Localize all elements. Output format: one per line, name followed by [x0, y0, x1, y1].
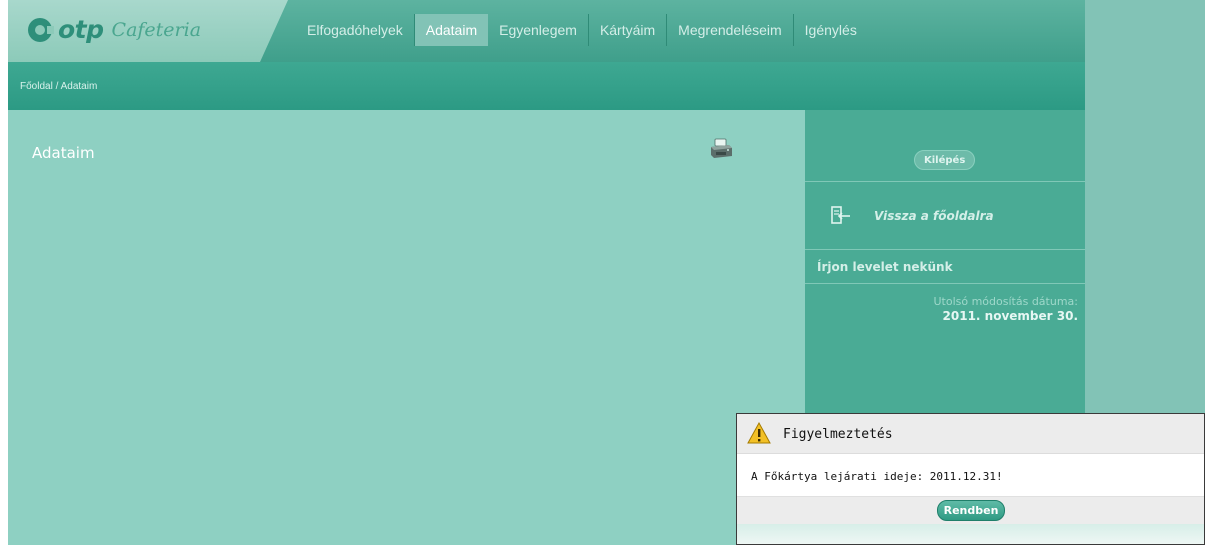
last-modified-date: 2011. november 30. [942, 309, 1078, 323]
write-to-us-link[interactable]: Írjon levelet nekünk [817, 260, 953, 274]
breadcrumb-home-link[interactable]: Főoldal [20, 81, 53, 92]
ok-button[interactable]: Rendben [937, 500, 1005, 521]
nav-item-megrendeleseim[interactable]: Megrendeléseim [667, 14, 794, 46]
otp-cafeteria-logo[interactable]: otp Cafeteria [28, 15, 201, 44]
sidebar-logout-section: Kilépés [805, 110, 1085, 182]
nav-item-kartyaim[interactable]: Kártyáim [589, 14, 668, 46]
dialog-body: A Főkártya lejárati ideje: 2011.12.31! [737, 454, 1204, 496]
page-title: Adataim [32, 144, 95, 162]
nav-item-adataim[interactable]: Adataim [414, 14, 489, 46]
logo-text-cafeteria: Cafeteria [111, 18, 202, 41]
breadcrumb-bar: Főoldal / Adataim [8, 62, 1085, 110]
back-to-home-link[interactable]: Vissza a főoldalra [874, 209, 994, 223]
dialog-header: Figyelmeztetés [737, 414, 1204, 454]
breadcrumb-current: Adataim [60, 81, 98, 92]
nav-item-igenyles[interactable]: Igénylés [794, 14, 868, 46]
logo-text-otp: otp [58, 15, 104, 44]
dialog-bottom-strip [737, 524, 1204, 544]
top-header: otp Cafeteria Elfogadóhelyek Adataim Egy… [8, 0, 1085, 62]
printer-icon[interactable] [709, 138, 733, 160]
logo-area: otp Cafeteria [8, 0, 288, 62]
breadcrumb-separator: / [55, 81, 59, 92]
sidebar-back-section: Vissza a főoldalra [805, 182, 1085, 250]
last-modified-label: Utolsó módosítás dátuma: [933, 295, 1078, 308]
dialog-footer: Rendben [737, 496, 1204, 524]
logout-button[interactable]: Kilépés [914, 150, 976, 170]
breadcrumb: Főoldal / Adataim [20, 81, 97, 92]
nav-item-elfogadohelyek[interactable]: Elfogadóhelyek [296, 14, 415, 46]
main-content: Adataim [8, 110, 805, 545]
otp-logo-icon [28, 17, 54, 42]
warning-icon [747, 421, 771, 444]
warning-dialog: Figyelmeztetés A Főkártya lejárati ideje… [736, 413, 1205, 545]
exit-arrow-icon[interactable] [831, 206, 851, 224]
main-nav: Elfogadóhelyek Adataim Egyenlegem Kártyá… [296, 14, 868, 46]
dialog-title: Figyelmeztetés [783, 427, 893, 442]
sidebar-contact-section: Írjon levelet nekünk [805, 250, 1085, 284]
dialog-message: A Főkártya lejárati ideje: 2011.12.31! [751, 470, 1003, 483]
nav-item-egyenlegem[interactable]: Egyenlegem [488, 14, 589, 46]
